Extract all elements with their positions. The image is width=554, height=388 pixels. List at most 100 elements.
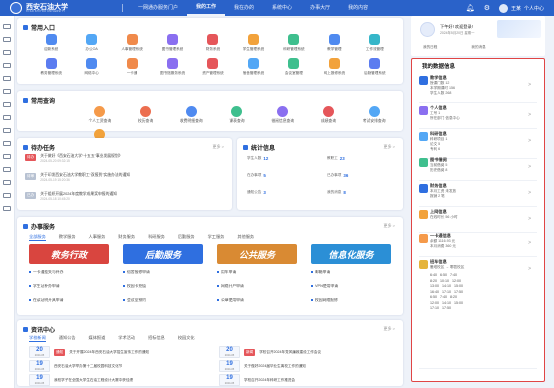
my-messages-link[interactable]: 我的消息 — [471, 45, 485, 50]
todo-row[interactable]: 待办 关于做好《西安石油大学“十五五”事业发展规划》 2024-05-20 09:3… — [25, 154, 227, 163]
chevron-right-icon[interactable]: > — [528, 164, 531, 170]
grid-icon[interactable] — [3, 141, 11, 146]
bookmark-icon[interactable] — [3, 180, 11, 185]
stat-item[interactable]: 我的消息 8 — [327, 190, 346, 195]
service-banner[interactable]: 教务行政 — [29, 244, 109, 264]
service-link[interactable]: 一卡通挂失与补办 — [29, 270, 109, 275]
document-icon[interactable] — [3, 115, 11, 120]
news-tab[interactable]: 学术活动 — [118, 335, 135, 342]
news-tab[interactable]: 校园文化 — [178, 335, 195, 342]
chevron-right-icon[interactable]: > — [528, 266, 531, 272]
service-hall-tab[interactable]: 学工服务 — [208, 234, 225, 241]
calendar-icon[interactable] — [3, 89, 11, 94]
query-item[interactable]: 成绩查询 — [306, 106, 352, 124]
entry-item[interactable]: 一卡通 — [112, 58, 152, 76]
service-hall-tab[interactable]: 后勤服务 — [178, 234, 195, 241]
book-icon[interactable] — [3, 167, 11, 172]
news-item[interactable]: 19 2024-05 西安石油大学举办第十二届校园科技文化节 — [29, 360, 207, 372]
chevron-right-icon[interactable]: > — [528, 82, 531, 88]
service-link[interactable]: 学生证补办申请 — [29, 284, 109, 289]
service-hall-tab[interactable]: 人事服务 — [89, 234, 106, 241]
chevron-right-icon[interactable]: > — [528, 216, 531, 222]
news-tab[interactable]: 媒体报道 — [89, 335, 106, 342]
entry-item[interactable]: 网络中心 — [71, 58, 111, 76]
nav-item-my-work[interactable]: 我的工作 — [187, 0, 226, 16]
query-item[interactable]: 借阅信息查询 — [260, 106, 306, 124]
chevron-right-icon[interactable]: > — [528, 240, 531, 246]
service-hall-tab[interactable]: 科研服务 — [148, 234, 165, 241]
mail-icon[interactable] — [3, 76, 11, 81]
entry-item[interactable]: 迎新系统 — [31, 34, 71, 52]
star-icon[interactable] — [3, 50, 11, 55]
news-item[interactable]: 20 2024-05 通知 关于开展2024年西安石油大学招生宣传工作的通知 — [29, 346, 207, 358]
chevron-right-icon[interactable]: > — [528, 138, 531, 144]
entry-item[interactable]: 学生管理系统 — [233, 34, 273, 52]
entry-item[interactable]: 工作流管理 — [355, 34, 395, 52]
news-item[interactable]: 19 2024-05 我校学子在全国大学生石油工程设计大赛中获佳绩 — [29, 374, 207, 386]
entry-item[interactable]: 资产管理系统 — [193, 58, 233, 76]
news-item[interactable]: 19 2024-05 学校召开2024年科研工作推进会 — [219, 374, 397, 386]
chevron-right-icon[interactable]: > — [528, 112, 531, 118]
service-link[interactable]: 会议室预约 — [123, 298, 203, 303]
nav-item-system-center[interactable]: 系统中心 — [263, 0, 301, 16]
nav-item-in-progress[interactable]: 我在办的 — [225, 0, 263, 16]
query-item[interactable]: 校历查询 — [123, 106, 169, 124]
my-data-item[interactable]: 图书借阅 当前借阅 5 历史借阅 8 > — [419, 157, 537, 181]
news-more-link[interactable]: 更多 > — [384, 326, 395, 332]
nav-item-portal[interactable]: 一网通办服务门户 — [129, 0, 187, 16]
service-link[interactable]: 宿舍报修申请 — [123, 270, 203, 275]
entry-item[interactable]: 人事管理系统 — [112, 34, 152, 52]
brand-logo[interactable]: 西安石油大学 XI'AN SHIYOU UNIVERSITY — [0, 2, 122, 14]
help-icon[interactable] — [3, 206, 11, 211]
service-hall-tab[interactable]: 全部服务 — [29, 234, 46, 241]
query-item[interactable]: 收费明细查询 — [168, 106, 214, 124]
stat-item[interactable]: 已办事项 36 — [327, 173, 348, 178]
my-data-item[interactable]: 财务信息 本月工资 未发放 报销 2 笔 > — [419, 183, 537, 207]
my-data-item[interactable]: 个人信息 工号 1 所在部门 信息中心 > — [419, 105, 537, 129]
service-link[interactable]: 网络开户申请 — [217, 284, 297, 289]
settings-icon[interactable]: ⚙ — [484, 4, 490, 12]
news-tab[interactable]: 招标信息 — [148, 335, 165, 342]
service-hall-tab[interactable]: 教学服务 — [59, 234, 76, 241]
todo-row[interactable]: 待审 关于印发西安石油大学教职工“双报到”实施办法的通知 2024-05-19 15… — [25, 173, 227, 182]
service-link[interactable]: 邮箱申请 — [311, 270, 391, 275]
chart-icon[interactable] — [3, 102, 11, 107]
service-link[interactable]: 公章使用申请 — [217, 298, 297, 303]
my-data-item[interactable]: 教学信息 授课门数 12 本学期课时 156 学生人数 268 > — [419, 75, 537, 103]
home-icon[interactable] — [3, 24, 11, 29]
stat-item[interactable]: 教职工 23 — [327, 156, 345, 161]
query-item[interactable]: 个人工资查询 — [77, 106, 123, 124]
user-menu[interactable]: 王某 个人中心 — [498, 3, 544, 13]
query-item[interactable]: 课表查询 — [214, 106, 260, 124]
user-icon[interactable] — [3, 128, 11, 133]
service-link[interactable]: 用车申请 — [217, 270, 297, 275]
entry-item[interactable]: 网上报修系统 — [314, 58, 354, 76]
news-item[interactable]: 19 2024-05 关于做好2024届毕业生离校工作的通知 — [219, 360, 397, 372]
my-data-item[interactable]: 一卡通信息 余额 1116.93 元本月消费 360 元 > — [419, 233, 537, 257]
my-data-item[interactable]: 班车信息 雁塔校区 → 鄠邑校区 6:40 6:50 7:40 8:20 10:10… — [419, 259, 537, 369]
nav-item-service-hall[interactable]: 办事大厅 — [301, 0, 339, 16]
entry-item[interactable]: 后勤管理系统 — [355, 58, 395, 76]
avatar[interactable] — [420, 22, 435, 37]
service-banner[interactable]: 公共服务 — [217, 244, 297, 264]
entry-item[interactable]: 宿舍管理系统 — [233, 58, 273, 76]
service-link[interactable]: 校园网络报修 — [311, 298, 391, 303]
entry-item[interactable]: 教务管理系统 — [31, 58, 71, 76]
news-tab[interactable]: 学校新闻 — [29, 335, 46, 342]
entry-item[interactable]: 教学管理 — [314, 34, 354, 52]
service-banner[interactable]: 后勤服务 — [123, 244, 203, 264]
entry-item[interactable]: 财务系统 — [193, 34, 233, 52]
news-item[interactable]: 20 2024-05 新闻 学校召开2024年党风廉政建设工作会议 — [219, 346, 397, 358]
chevron-right-icon[interactable]: > — [528, 190, 531, 196]
service-link[interactable]: 在读证明开具申请 — [29, 298, 109, 303]
query-item[interactable]: 考试安排查询 — [351, 106, 397, 124]
message-icon[interactable] — [3, 154, 11, 159]
service-hall-tab[interactable]: 其他服务 — [237, 234, 254, 241]
todo-more-link[interactable]: 更多 > — [213, 144, 224, 150]
entry-item[interactable]: 图书馆服务系统 — [152, 58, 192, 76]
bell-icon[interactable]: 🔔︎ — [466, 4, 475, 12]
stat-item[interactable]: 在办事项 5 — [247, 173, 266, 178]
entry-item[interactable]: 办公OA — [71, 34, 111, 52]
service-hall-tab[interactable]: 财务服务 — [118, 234, 135, 241]
entry-item[interactable]: 会议室管理 — [274, 58, 314, 76]
